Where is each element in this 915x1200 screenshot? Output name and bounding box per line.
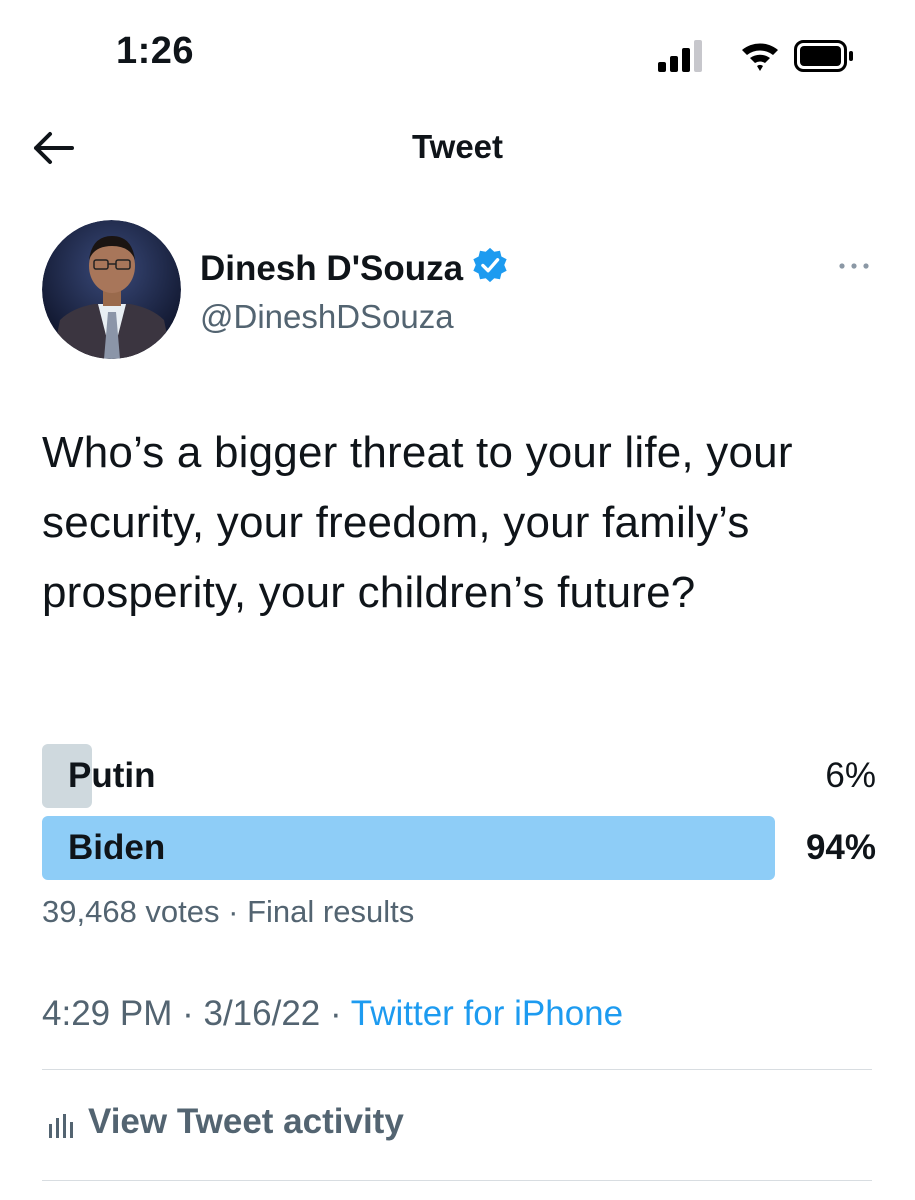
- status-icons: [658, 40, 853, 72]
- tweet-timestamp: 4:29 PM · 3/16/22 · Twitter for iPhone: [42, 994, 623, 1034]
- separator-dot: ·: [228, 894, 248, 929]
- wifi-icon: [742, 43, 778, 71]
- poll-option-putin: Putin 6%: [42, 744, 876, 808]
- poll-summary: 39,468 votes · Final results: [42, 894, 414, 930]
- tweet-text: Who’s a bigger threat to your life, your…: [42, 428, 793, 617]
- author-name[interactable]: Dinesh D'Souza: [200, 246, 509, 289]
- cellular-signal-icon: [658, 40, 702, 72]
- poll-option-percent: 6%: [825, 756, 876, 795]
- battery-icon: [794, 40, 853, 72]
- tweet-date: 3/16/22: [203, 994, 321, 1033]
- poll-status: Final results: [247, 894, 415, 929]
- bar-chart-icon: [49, 1114, 73, 1138]
- tweet-source-link[interactable]: Twitter for iPhone: [351, 994, 623, 1033]
- tweet-author: Dinesh D'Souza @DineshDSouza: [42, 220, 872, 360]
- nav-bar: Tweet: [0, 112, 915, 182]
- status-time: 1:26: [116, 30, 195, 72]
- poll-vote-count: 39,468 votes: [42, 894, 220, 929]
- author-handle: @DineshDSouza: [200, 298, 454, 335]
- poll-option-label: Biden: [68, 828, 166, 867]
- poll-option-label: Putin: [68, 756, 156, 795]
- divider: [42, 1069, 872, 1070]
- avatar[interactable]: [42, 220, 181, 359]
- more-horizontal-icon[interactable]: [836, 258, 872, 274]
- poll-option-biden: Biden 94%: [42, 816, 876, 880]
- separator-dot: ·: [330, 994, 351, 1033]
- page-title: Tweet: [411, 128, 504, 165]
- divider: [42, 1180, 872, 1181]
- tweet-time: 4:29 PM: [42, 994, 173, 1033]
- view-tweet-activity-label: View Tweet activity: [88, 1102, 404, 1141]
- author-name-text: Dinesh D'Souza: [200, 249, 464, 288]
- verified-badge-icon: [473, 247, 507, 283]
- poll-option-percent: 94%: [805, 828, 876, 867]
- status-bar: 1:26: [0, 0, 915, 110]
- separator-dot: ·: [182, 994, 204, 1033]
